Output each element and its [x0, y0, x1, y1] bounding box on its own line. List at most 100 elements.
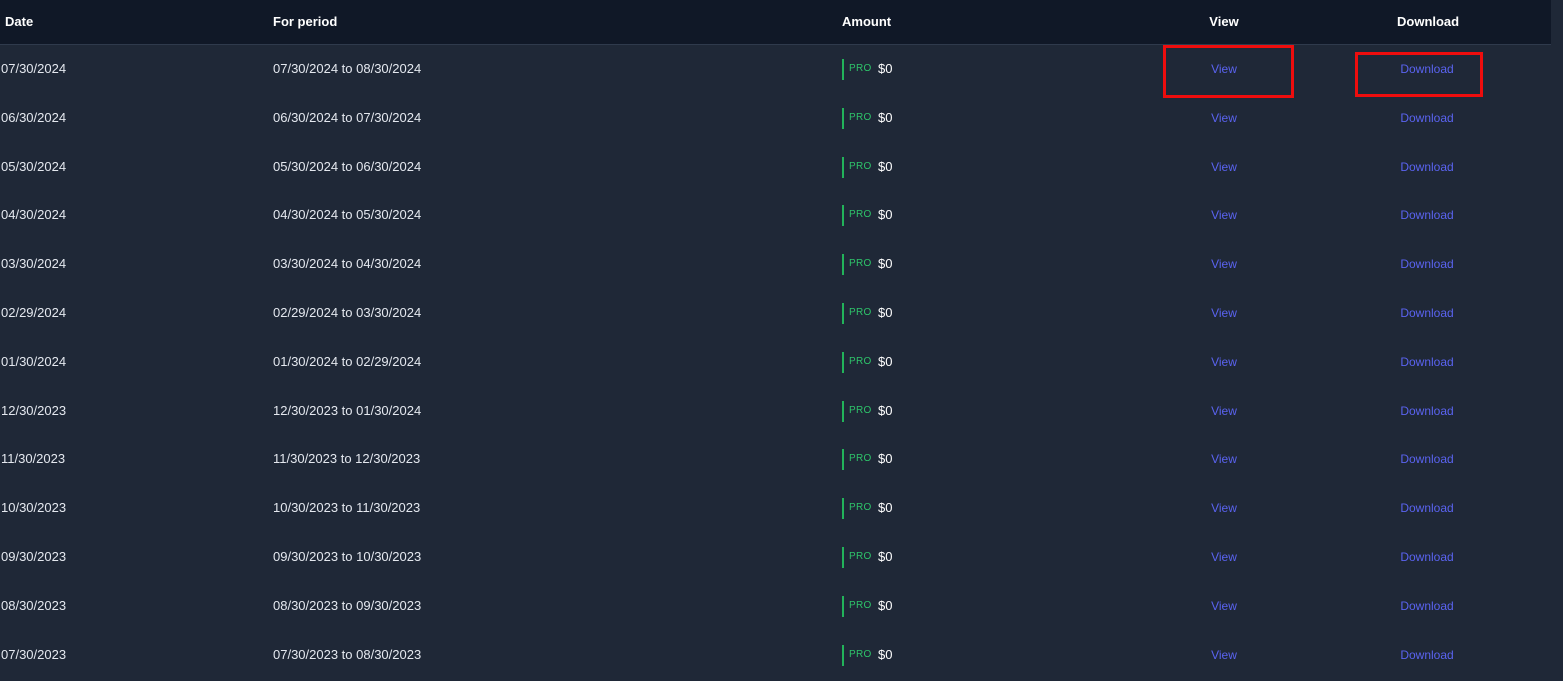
- cell-view: View: [1208, 533, 1240, 582]
- cell-view: View: [1208, 338, 1240, 387]
- plan-accent-bar: [842, 595, 844, 617]
- view-link[interactable]: View: [1211, 62, 1237, 76]
- download-link[interactable]: Download: [1400, 550, 1453, 564]
- view-link[interactable]: View: [1211, 648, 1237, 662]
- cell-download: Download: [1397, 435, 1457, 484]
- view-link[interactable]: View: [1211, 306, 1237, 320]
- cell-view: View: [1208, 45, 1240, 94]
- cell-period: 04/30/2024 to 05/30/2024: [273, 207, 422, 223]
- cell-date: 11/30/2023: [1, 451, 66, 467]
- cell-period: 07/30/2024 to 08/30/2024: [273, 61, 422, 76]
- view-link[interactable]: View: [1211, 550, 1237, 564]
- cell-period: 03/30/2024 to 04/30/2024: [273, 256, 422, 272]
- cell-download: Download: [1397, 631, 1457, 680]
- download-link[interactable]: Download: [1400, 452, 1453, 466]
- plan-badge: PRO: [849, 453, 872, 465]
- amount-value: $0: [878, 305, 893, 320]
- download-link[interactable]: Download: [1400, 62, 1453, 76]
- view-link[interactable]: View: [1211, 404, 1237, 418]
- table-row: 08/30/2023 08/30/2023 to 09/30/2023 PRO …: [0, 582, 1551, 631]
- table-row: 03/30/2024 03/30/2024 to 04/30/2024 PRO …: [0, 240, 1551, 289]
- plan-accent-bar: [842, 59, 844, 80]
- cell-date: 12/30/2023: [1, 402, 67, 418]
- cell-date: 08/30/2023: [1, 597, 67, 613]
- amount-value: $0: [878, 207, 893, 223]
- cell-view: View: [1208, 435, 1240, 484]
- download-link[interactable]: Download: [1400, 599, 1453, 613]
- table-row: 07/30/2024 07/30/2024 to 08/30/2024 PRO …: [0, 45, 1551, 94]
- cell-period: 09/30/2023 to 10/30/2023: [273, 549, 422, 564]
- cell-period: 01/30/2024 to 02/29/2024: [273, 353, 422, 369]
- plan-badge: PRO: [849, 63, 872, 74]
- cell-date: 01/30/2024: [1, 353, 67, 369]
- cell-download: Download: [1397, 240, 1457, 289]
- view-link[interactable]: View: [1211, 501, 1237, 515]
- plan-badge: PRO: [849, 551, 872, 562]
- cell-period: 05/30/2024 to 06/30/2024: [273, 158, 422, 174]
- amount-value: $0: [878, 597, 893, 613]
- cell-view: View: [1208, 582, 1240, 631]
- column-header-date[interactable]: Date: [5, 0, 33, 44]
- cell-view: View: [1208, 191, 1240, 240]
- cell-download: Download: [1397, 484, 1457, 533]
- cell-view: View: [1208, 240, 1240, 289]
- plan-badge: PRO: [849, 648, 872, 660]
- table-row: 11/30/2023 11/30/2023 to 12/30/2023 PRO …: [0, 435, 1551, 484]
- cell-download: Download: [1397, 94, 1457, 143]
- cell-date: 06/30/2024: [1, 109, 67, 125]
- cell-view: View: [1208, 289, 1240, 338]
- column-header-period[interactable]: For period: [273, 0, 337, 44]
- view-link[interactable]: View: [1211, 160, 1237, 174]
- cell-date: 04/30/2024: [1, 207, 67, 223]
- column-header-amount[interactable]: Amount: [842, 0, 891, 44]
- view-link[interactable]: View: [1211, 355, 1237, 369]
- download-link[interactable]: Download: [1400, 648, 1453, 662]
- download-link[interactable]: Download: [1400, 404, 1453, 418]
- cell-date: 09/30/2023: [1, 549, 67, 564]
- cell-download: Download: [1397, 533, 1457, 582]
- view-link[interactable]: View: [1211, 599, 1237, 613]
- table-row: 10/30/2023 10/30/2023 to 11/30/2023 PRO …: [0, 484, 1551, 533]
- cell-date: 05/30/2024: [1, 158, 67, 174]
- download-link[interactable]: Download: [1400, 111, 1453, 125]
- table-body: 07/30/2024 07/30/2024 to 08/30/2024 PRO …: [0, 45, 1551, 681]
- plan-badge: PRO: [849, 111, 872, 123]
- download-link[interactable]: Download: [1400, 257, 1453, 271]
- cell-period: 02/29/2024 to 03/30/2024: [273, 305, 422, 320]
- cell-view: View: [1208, 484, 1240, 533]
- cell-view: View: [1208, 143, 1240, 192]
- cell-download: Download: [1397, 45, 1457, 94]
- plan-accent-bar: [842, 303, 844, 324]
- cell-period: 08/30/2023 to 09/30/2023: [273, 597, 422, 613]
- amount-value: $0: [878, 353, 893, 369]
- view-link[interactable]: View: [1211, 257, 1237, 271]
- view-link[interactable]: View: [1211, 111, 1237, 125]
- column-header-download: Download: [1397, 14, 1460, 29]
- cell-download: Download: [1397, 387, 1457, 436]
- table-row: 09/30/2023 09/30/2023 to 10/30/2023 PRO …: [0, 533, 1551, 582]
- cell-view: View: [1208, 387, 1240, 436]
- cell-date: 10/30/2023: [1, 500, 67, 516]
- cell-view: View: [1208, 94, 1240, 143]
- cell-date: 02/29/2024: [1, 305, 67, 320]
- amount-value: $0: [878, 500, 893, 516]
- download-link[interactable]: Download: [1400, 160, 1453, 174]
- cell-date: 03/30/2024: [1, 256, 67, 272]
- table-row: 06/30/2024 06/30/2024 to 07/30/2024 PRO …: [0, 94, 1551, 143]
- table-row: 07/30/2023 07/30/2023 to 08/30/2023 PRO …: [0, 631, 1551, 680]
- cell-date: 07/30/2024: [1, 61, 67, 76]
- view-link[interactable]: View: [1211, 208, 1237, 222]
- plan-badge: PRO: [849, 355, 872, 367]
- download-link[interactable]: Download: [1400, 355, 1453, 369]
- view-link[interactable]: View: [1211, 452, 1237, 466]
- download-link[interactable]: Download: [1400, 501, 1453, 515]
- plan-badge: PRO: [849, 258, 872, 270]
- plan-accent-bar: [842, 107, 844, 129]
- plan-accent-bar: [842, 254, 844, 276]
- column-header-view: View: [1209, 14, 1239, 29]
- cell-download: Download: [1397, 289, 1457, 338]
- table-row: 01/30/2024 01/30/2024 to 02/29/2024 PRO …: [0, 338, 1551, 387]
- download-link[interactable]: Download: [1400, 306, 1453, 320]
- download-link[interactable]: Download: [1400, 208, 1453, 222]
- plan-badge: PRO: [849, 307, 872, 318]
